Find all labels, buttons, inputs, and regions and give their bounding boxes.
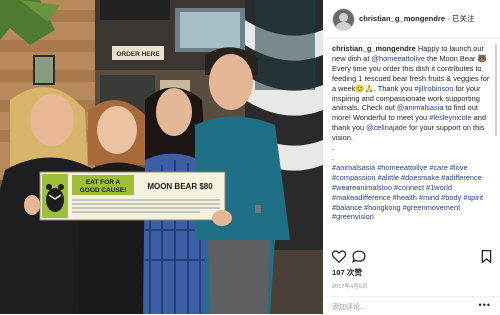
heart-icon[interactable]: [332, 250, 346, 263]
post-side-panel: christian_g_mongendre · 已关注 christian_g_…: [323, 0, 500, 314]
post-photo[interactable]: ORDER HERE EAT FOR A GOOD CAUSE! MOON BE…: [0, 0, 323, 314]
follow-status-button[interactable]: 已关注: [452, 14, 475, 23]
caption-scrollbar[interactable]: [495, 44, 497, 136]
mention-animalsasia[interactable]: @animalsasia: [397, 103, 444, 112]
sign-dish: MOON BEAR $80: [147, 182, 213, 191]
caption-username[interactable]: christian_g_mongendre: [332, 44, 416, 53]
mention-celinajade[interactable]: @celinajade: [366, 123, 407, 132]
post-actions: [332, 250, 492, 264]
bookmark-icon[interactable]: [481, 250, 492, 263]
hashtag-list[interactable]: #animalsasia #homeeattolive #care #love …: [332, 163, 492, 222]
sign-headline-2: GOOD CAUSE!: [80, 187, 127, 194]
caption-dot-2: .: [332, 152, 335, 162]
cause-sign: EAT FOR A GOOD CAUSE! MOON BEAR $80: [39, 171, 226, 221]
header-separator: ·: [447, 14, 450, 23]
caption-dot-1: .: [332, 143, 335, 153]
add-comment-placeholder[interactable]: 添加评论...: [332, 302, 366, 312]
order-here-sign: ORDER HERE: [116, 51, 160, 58]
likes-count[interactable]: 107 次赞: [332, 267, 362, 278]
post-header: christian_g_mongendre · 已关注: [323, 0, 500, 39]
more-options-button[interactable]: •••: [479, 300, 491, 310]
post-date: 2017年4月6日: [332, 284, 368, 290]
comment-icon[interactable]: [352, 250, 366, 263]
sign-headline-1: EAT FOR A: [86, 179, 121, 186]
photo-illustration: ORDER HERE EAT FOR A GOOD CAUSE! MOON BE…: [0, 0, 323, 314]
mention-jillrobinson[interactable]: #jillrobinson: [414, 84, 453, 93]
post-header-text: christian_g_mongendre · 已关注: [359, 13, 475, 24]
username-link[interactable]: christian_g_mongendre: [359, 14, 445, 23]
post-caption: christian_g_mongendre Happy to launch ou…: [332, 44, 492, 222]
mention-lesleynicole[interactable]: #lesleynicole: [429, 113, 471, 122]
comment-box[interactable]: 添加评论... •••: [323, 296, 500, 315]
user-avatar[interactable]: [332, 8, 355, 31]
mention-homeeattolive[interactable]: @homeeattolive: [371, 54, 425, 63]
